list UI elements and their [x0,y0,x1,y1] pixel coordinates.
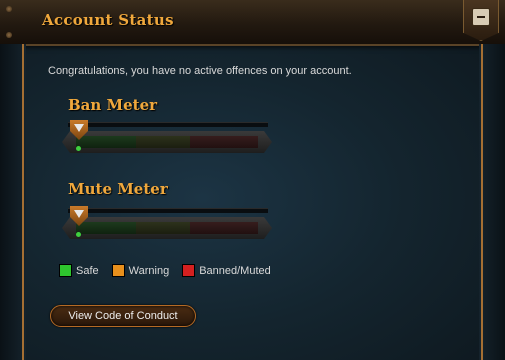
view-code-of-conduct-button[interactable]: View Code of Conduct [50,305,196,327]
meter-banned-zone [190,222,258,234]
legend-item-banned: Banned/Muted [182,264,271,277]
panel-title: Account Status [42,11,174,29]
legend-label: Warning [128,264,170,277]
safe-swatch-icon [59,264,72,277]
meter-warning-zone [136,222,190,234]
meter-rail [68,208,268,213]
right-frame [479,44,505,360]
left-frame [0,44,26,360]
mute-meter [62,206,272,240]
warning-swatch-icon [111,264,125,277]
legend-item-warning: Warning [111,264,170,277]
legend-item-safe: Safe [59,264,99,277]
ban-meter [62,120,272,154]
legend-label: Banned/Muted [199,264,271,277]
meter-safe-zone [76,222,136,234]
minus-icon [472,8,490,26]
meter-level-dot [76,146,81,151]
panel-header: Account Status [0,0,505,46]
rivet-icon [6,32,12,38]
rivet-icon [6,6,12,12]
legend-label: Safe [76,264,99,277]
meter-banned-zone [190,136,258,148]
meter-level-dot [76,232,81,237]
status-message: Congratulations, you have no active offe… [48,65,352,77]
banned-swatch-icon [182,264,196,277]
meter-rail [68,122,268,127]
meter-warning-zone [136,136,190,148]
meter-safe-zone [76,136,136,148]
meter-legend: Safe Warning Banned/Muted [59,264,271,277]
collapse-button[interactable] [463,0,499,41]
mute-meter-title: Mute Meter [68,180,168,198]
ban-meter-title: Ban Meter [68,96,158,114]
